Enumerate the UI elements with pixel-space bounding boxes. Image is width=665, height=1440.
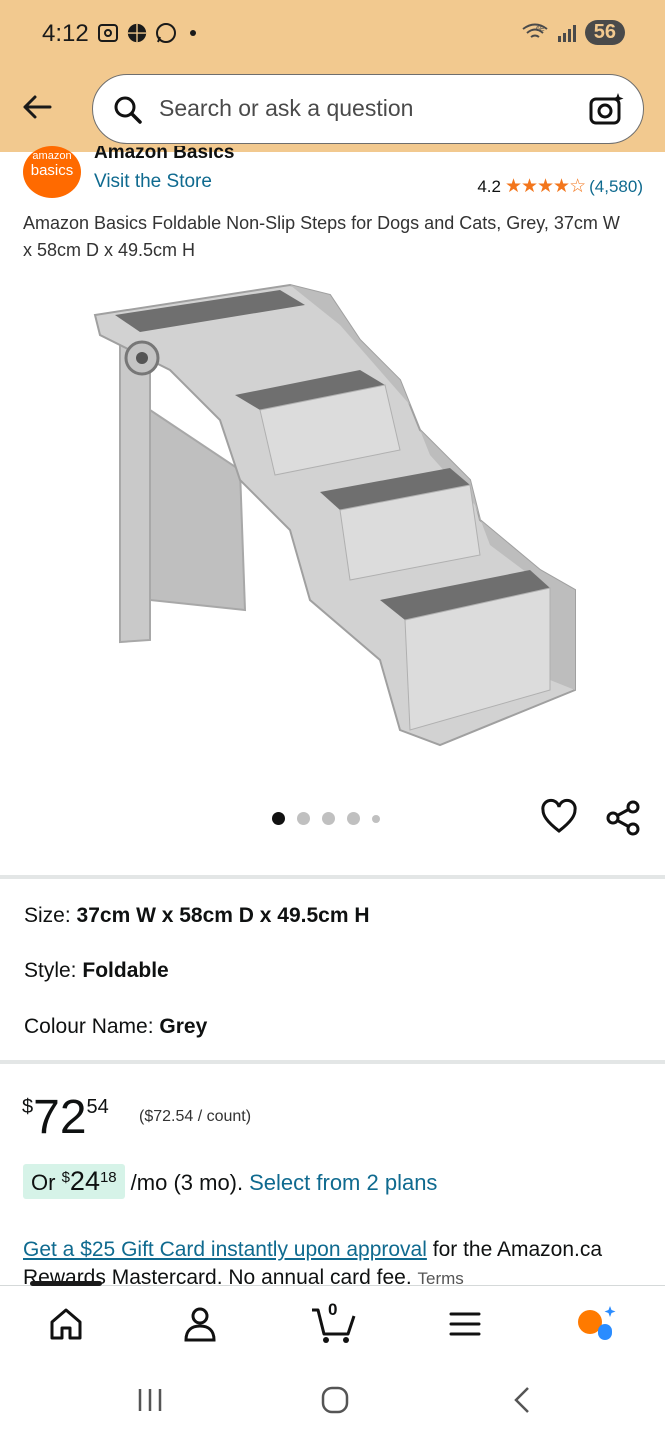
installment-fraction: 18 (99, 1169, 117, 1186)
brand-logo[interactable]: amazon basics (23, 146, 81, 198)
installment-symbol: $ (61, 1169, 70, 1186)
screenshot-icon (98, 24, 118, 42)
product-image[interactable] (80, 270, 590, 760)
home-button-icon[interactable] (320, 1385, 350, 1415)
price-whole: 72 (33, 1091, 87, 1144)
style-variation[interactable]: Style: Foldable (24, 959, 169, 983)
rufus-ai-icon[interactable] (576, 1302, 616, 1346)
wifi-icon: 6E (522, 23, 548, 38)
battery-indicator: 56 (584, 20, 625, 45)
system-back-icon[interactable] (508, 1385, 536, 1415)
brand-logo-top: amazon (32, 150, 72, 162)
installment-suffix: /mo (3 mo). (130, 1170, 244, 1195)
active-tab-indicator (30, 1281, 102, 1286)
carousel-dot[interactable] (297, 812, 310, 825)
price-symbol: $ (22, 1096, 34, 1118)
price-fraction: 54 (86, 1096, 109, 1118)
recent-apps-icon[interactable] (136, 1385, 164, 1415)
image-carousel-indicator (272, 812, 380, 825)
network-label: 6E (536, 26, 545, 33)
bottom-navigation: 0 (0, 1281, 665, 1363)
search-input[interactable]: Search or ask a question (92, 74, 644, 144)
size-label: Size: (24, 904, 71, 927)
back-arrow-icon[interactable] (18, 88, 56, 126)
notification-icons (96, 21, 196, 45)
rating-value: 4.2 (477, 176, 501, 196)
brand-name: Amazon Basics (94, 146, 235, 163)
search-icon (114, 96, 142, 124)
home-icon[interactable] (46, 1302, 86, 1346)
basketball-icon (127, 23, 147, 43)
credit-card-promo: Get a $25 Gift Card instantly upon appro… (23, 1236, 641, 1284)
installment-highlight: Or $24 18 (23, 1164, 125, 1199)
cart-count: 0 (328, 1300, 338, 1319)
carousel-dot-active[interactable] (272, 812, 285, 825)
style-value: Foldable (82, 959, 169, 982)
rating-summary[interactable]: 4.2 ★★★★☆ (4,580) (477, 175, 643, 198)
share-icon[interactable] (603, 798, 643, 838)
section-divider (0, 1060, 665, 1064)
visit-store-link[interactable]: Visit the Store (94, 171, 212, 193)
colour-variation[interactable]: Colour Name: Grey (24, 1015, 207, 1039)
header: Search or ask a question (0, 68, 665, 152)
menu-icon[interactable] (445, 1302, 485, 1346)
wishlist-heart-icon[interactable] (540, 798, 578, 836)
status-right: 6E 56 (521, 20, 625, 45)
price-per-unit: ($72.54 / count) (139, 1108, 252, 1125)
installment-whole: 24 (69, 1166, 100, 1196)
brand-row: amazon basics Amazon Basics Visit the St… (0, 146, 665, 202)
installment-prefix: Or (31, 1170, 56, 1195)
gift-card-link[interactable]: Get a $25 Gift Card instantly upon appro… (23, 1238, 427, 1261)
status-time: 4:12 (42, 20, 89, 47)
review-count: (4,580) (589, 176, 643, 196)
account-icon[interactable] (180, 1302, 220, 1346)
size-value: 37cm W x 58cm D x 49.5cm H (76, 904, 370, 927)
installment-offer: Or $24 18 /mo (3 mo). Select from 2 plans (23, 1164, 437, 1199)
search-placeholder: Search or ask a question (159, 95, 414, 121)
section-divider (0, 875, 665, 879)
brand-logo-bottom: basics (30, 162, 74, 179)
colour-value: Grey (159, 1015, 208, 1038)
star-rating-icon: ★★★★☆ (504, 176, 586, 197)
colour-label: Colour Name: (24, 1015, 154, 1038)
more-notifications-dot (190, 30, 196, 36)
status-bar: 4:12 6E 56 (0, 0, 665, 68)
carousel-dot[interactable] (372, 814, 380, 823)
terms-link[interactable]: Terms (418, 1269, 464, 1284)
price: $ 72 54 (22, 1092, 109, 1144)
signal-icon (557, 24, 576, 42)
carousel-dot[interactable] (322, 812, 335, 825)
system-navigation-bar (0, 1363, 665, 1440)
camera-search-icon[interactable] (587, 91, 625, 129)
style-label: Style: (24, 959, 77, 982)
cart-button[interactable]: 0 (310, 1300, 358, 1346)
select-plans-link[interactable]: Select from 2 plans (249, 1170, 437, 1196)
product-title: Amazon Basics Foldable Non-Slip Steps fo… (23, 213, 620, 260)
whatsapp-icon (156, 23, 176, 43)
carousel-dot[interactable] (347, 812, 360, 825)
size-variation[interactable]: Size: 37cm W x 58cm D x 49.5cm H (24, 904, 370, 928)
